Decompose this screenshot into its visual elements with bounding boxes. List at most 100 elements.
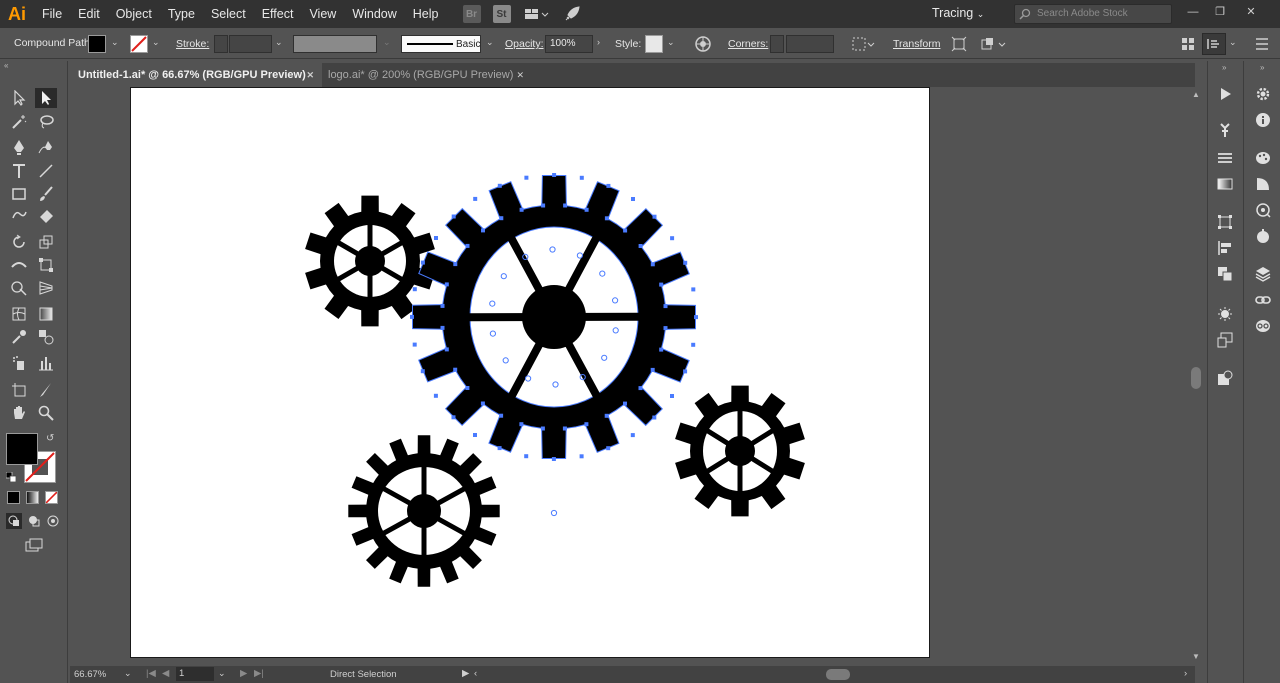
- asset-export-button[interactable]: [1215, 369, 1235, 387]
- horizontal-scroll-thumb[interactable]: [826, 669, 850, 680]
- anchor-point[interactable]: [540, 426, 545, 431]
- anchor-point[interactable]: [694, 315, 698, 320]
- select-similar-icon[interactable]: [980, 36, 1008, 52]
- anchor-point[interactable]: [473, 196, 478, 201]
- anchor-point[interactable]: [499, 216, 504, 221]
- anchor-point[interactable]: [453, 262, 458, 267]
- profile-dropdown-icon[interactable]: ⌄: [383, 37, 393, 53]
- anchor-point[interactable]: [584, 207, 589, 212]
- scroll-up-icon[interactable]: ▲: [1192, 90, 1200, 99]
- next-artboard-icon[interactable]: ▶: [240, 668, 247, 679]
- minimize-button[interactable]: —: [1186, 6, 1200, 18]
- stroke-weight-dropdown-icon[interactable]: ⌄: [275, 37, 285, 53]
- eyedropper-tool[interactable]: [8, 327, 30, 347]
- swap-fill-stroke-icon[interactable]: ↺: [46, 433, 54, 444]
- corners-input[interactable]: [786, 35, 834, 53]
- anchor-point[interactable]: [453, 367, 458, 372]
- anchor-point[interactable]: [481, 228, 485, 233]
- gear-right[interactable]: [675, 385, 805, 517]
- anchor-point[interactable]: [562, 426, 567, 431]
- transform-panel-button[interactable]: [1215, 213, 1235, 231]
- previous-artboard-icon[interactable]: ◀: [162, 668, 169, 679]
- artboard-dropdown-icon[interactable]: ⌄: [218, 668, 226, 679]
- anchor-point[interactable]: [440, 325, 445, 330]
- zoom-level[interactable]: 66.67%: [74, 669, 106, 680]
- align-panel-button[interactable]: [1215, 239, 1235, 257]
- libraries-panel-button[interactable]: [1253, 317, 1273, 335]
- pen-tool[interactable]: [8, 137, 30, 157]
- anchor-point[interactable]: [670, 236, 675, 241]
- rectangle-tool[interactable]: [8, 184, 30, 204]
- anchor-point[interactable]: [631, 197, 635, 201]
- fill-color-box[interactable]: [6, 433, 38, 465]
- anchor-point[interactable]: [412, 287, 417, 292]
- menu-view[interactable]: View: [301, 0, 344, 28]
- menu-select[interactable]: Select: [203, 0, 254, 28]
- artboard-tool[interactable]: [8, 380, 30, 400]
- column-graph-tool[interactable]: [35, 353, 57, 373]
- tab-logo[interactable]: logo.ai* @ 200% (RGB/GPU Preview) ✕: [320, 63, 532, 87]
- anchor-point[interactable]: [420, 260, 425, 265]
- screen-mode-button[interactable]: [24, 537, 44, 553]
- panel-grid-icon[interactable]: [1181, 37, 1195, 51]
- graphic-style-swatch[interactable]: [645, 35, 663, 53]
- info-panel-button[interactable]: [1253, 111, 1273, 129]
- shape-builder-tool[interactable]: [8, 278, 30, 298]
- anchor-point[interactable]: [638, 386, 643, 391]
- paintbrush-tool[interactable]: [35, 184, 57, 204]
- restore-button[interactable]: ❐: [1213, 6, 1227, 18]
- pathfinder-panel-button[interactable]: [1215, 265, 1235, 283]
- anchor-point[interactable]: [683, 260, 688, 265]
- anchor-point[interactable]: [663, 326, 668, 331]
- line-tool[interactable]: [35, 161, 57, 181]
- document-canvas[interactable]: [70, 87, 1195, 664]
- none-mode-icon[interactable]: [45, 491, 58, 504]
- close-button[interactable]: ✕: [1244, 6, 1258, 18]
- anchor-point[interactable]: [451, 415, 456, 420]
- stroke-weight-stepper[interactable]: [214, 35, 228, 53]
- default-colors-icon[interactable]: [5, 471, 17, 483]
- gradient-mode-icon[interactable]: [26, 491, 39, 504]
- anchor-point[interactable]: [563, 203, 568, 208]
- anchor-point[interactable]: [623, 228, 628, 233]
- type-tool[interactable]: [8, 161, 30, 181]
- vertical-scrollbar[interactable]: ▲ ▼: [1189, 87, 1203, 664]
- graphic-styles-button[interactable]: [1253, 227, 1273, 245]
- anchor-point[interactable]: [524, 454, 529, 459]
- anchor-point[interactable]: [670, 394, 674, 398]
- center-point[interactable]: [550, 509, 558, 517]
- color-guide-button[interactable]: [1253, 149, 1273, 167]
- anchor-point[interactable]: [652, 415, 657, 420]
- style-dropdown-icon[interactable]: ⌄: [667, 37, 677, 53]
- menu-type[interactable]: Type: [160, 0, 203, 28]
- artboard-number-input[interactable]: 1: [176, 667, 214, 681]
- status-arrow-icon[interactable]: ▶: [462, 668, 469, 679]
- brush-dropdown-icon[interactable]: ⌄: [486, 37, 496, 53]
- free-transform-tool[interactable]: [35, 255, 57, 275]
- anchor-point[interactable]: [584, 422, 589, 427]
- stock-search-input[interactable]: Search Adobe Stock: [1014, 4, 1172, 24]
- stroke-label[interactable]: Stroke:: [176, 38, 209, 50]
- draw-inside-button[interactable]: [45, 513, 61, 529]
- scroll-down-icon[interactable]: ▼: [1192, 652, 1200, 661]
- anchor-point[interactable]: [524, 175, 529, 180]
- expand-panels-icon[interactable]: »: [1222, 63, 1226, 72]
- anchor-point[interactable]: [663, 304, 668, 309]
- fill-swatch[interactable]: [88, 35, 106, 53]
- brush-definition[interactable]: Basic: [401, 35, 481, 53]
- gear-bottom-left[interactable]: [348, 435, 500, 587]
- anchor-point[interactable]: [480, 401, 485, 406]
- blend-tool[interactable]: [35, 327, 57, 347]
- puppet-warp-button[interactable]: [1215, 121, 1235, 139]
- slice-tool[interactable]: [35, 380, 57, 400]
- menu-effect[interactable]: Effect: [254, 0, 302, 28]
- hand-tool[interactable]: [8, 403, 30, 423]
- panel-menu-button[interactable]: [1202, 33, 1226, 55]
- eraser-tool[interactable]: [35, 206, 57, 226]
- isolate-icon[interactable]: [951, 36, 967, 52]
- anchor-point[interactable]: [519, 207, 524, 212]
- anchor-point[interactable]: [650, 262, 655, 267]
- layers-panel-button[interactable]: [1253, 265, 1273, 283]
- anchor-point[interactable]: [473, 433, 477, 437]
- menu-object[interactable]: Object: [108, 0, 160, 28]
